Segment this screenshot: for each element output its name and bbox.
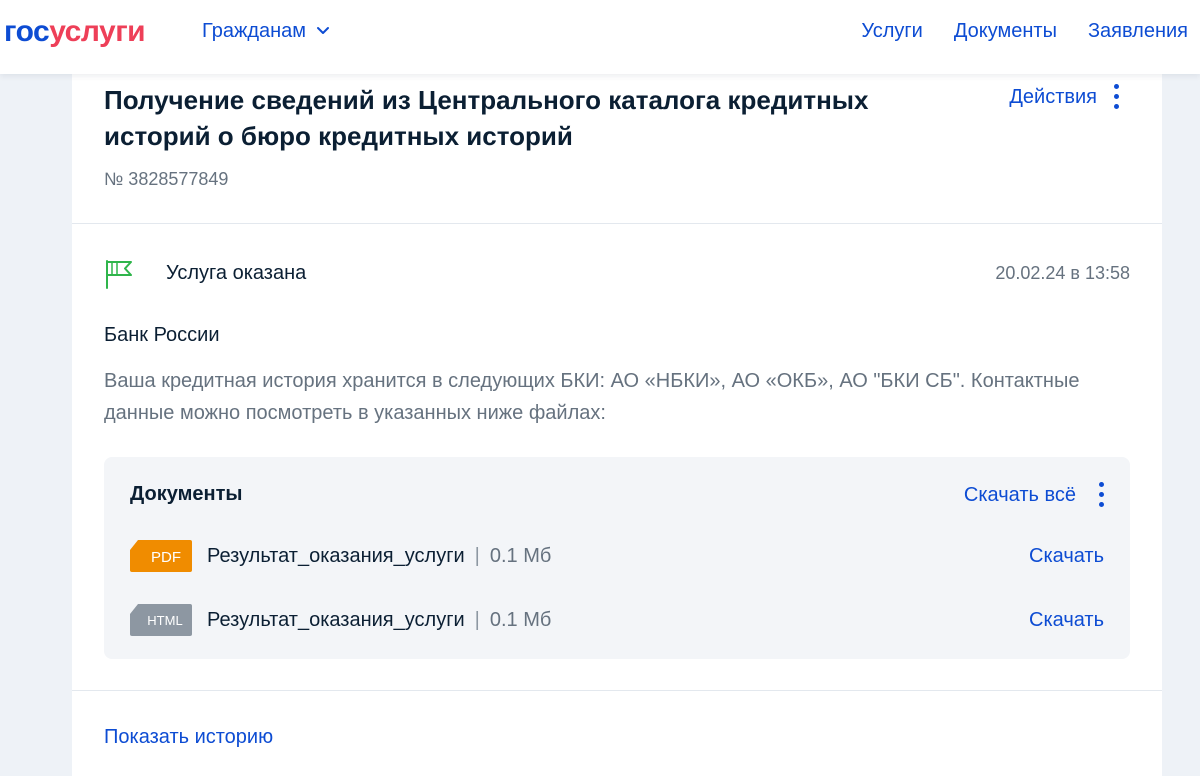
application-card: Получение сведений из Центрального катал… [72,74,1162,776]
pdf-badge-label: PDF [151,549,181,566]
document-size: 0.1 Мб [489,545,552,567]
organization-name: Банк России [104,324,220,346]
nav-documents[interactable]: Документы [954,19,1057,43]
more-vertical-icon [1113,84,1119,109]
more-vertical-icon[interactable] [1098,482,1104,507]
actions-label: Действия [1009,85,1097,108]
download-link[interactable]: Скачать [1029,544,1104,568]
documents-panel: Документы Скачать всё PDF Результат_оказ… [104,457,1130,659]
gosuslugi-logo[interactable]: госуслуги [4,14,146,50]
document-row: HTML Результат_оказания_услуги | 0.1 Мб Ск… [130,603,1104,637]
flag-icon [106,260,132,289]
status-text: Услуга оказана [166,262,307,284]
download-link[interactable]: Скачать [1029,608,1104,632]
application-title: Получение сведений из Центрального катал… [104,85,869,151]
document-size: 0.1 Мб [489,609,552,631]
html-badge-label: HTML [147,613,182,628]
document-separator: | [474,545,480,567]
document-separator: | [474,609,480,631]
nav-applications[interactable]: Заявления [1088,19,1188,43]
download-all-label: Скачать всё [963,483,1076,506]
divider [72,223,1162,224]
document-name-line[interactable]: Результат_оказания_услуги | 0.1 Мб [207,608,551,632]
result-message: Ваша кредитная история хранится в следую… [104,370,1080,424]
show-history-link[interactable]: Показать историю [104,725,273,749]
document-name: Результат_оказания_услуги [207,545,465,567]
citizens-menu[interactable]: Гражданам [202,19,330,43]
html-file-icon: HTML [130,604,192,636]
logo-part-uslugi: услуги [49,15,146,48]
actions-button[interactable]: Действия [1009,84,1119,109]
document-name-line[interactable]: Результат_оказания_услуги | 0.1 Мб [207,544,551,568]
status-date: 20.02.24 в 13:58 [995,263,1130,283]
logo-part-gos: гос [4,15,50,48]
document-name: Результат_оказания_услуги [207,609,465,631]
nav-services[interactable]: Услуги [861,19,923,43]
status-row: Услуга оказана 20.02.24 в 13:58 [104,258,1130,290]
pdf-file-icon: PDF [130,540,192,572]
main-nav: Услуги Документы Заявления [861,19,1188,43]
application-number: № 3828577849 [104,169,229,189]
citizens-menu-label: Гражданам [202,20,307,42]
divider [72,690,1162,691]
document-row: PDF Результат_оказания_услуги | 0.1 Мб Ска… [130,539,1104,573]
chevron-down-icon [317,27,330,34]
download-all-button[interactable]: Скачать всё [964,482,1104,507]
documents-title: Документы [130,483,243,505]
top-header: госуслуги Гражданам Услуги Документы Зая… [0,0,1200,74]
